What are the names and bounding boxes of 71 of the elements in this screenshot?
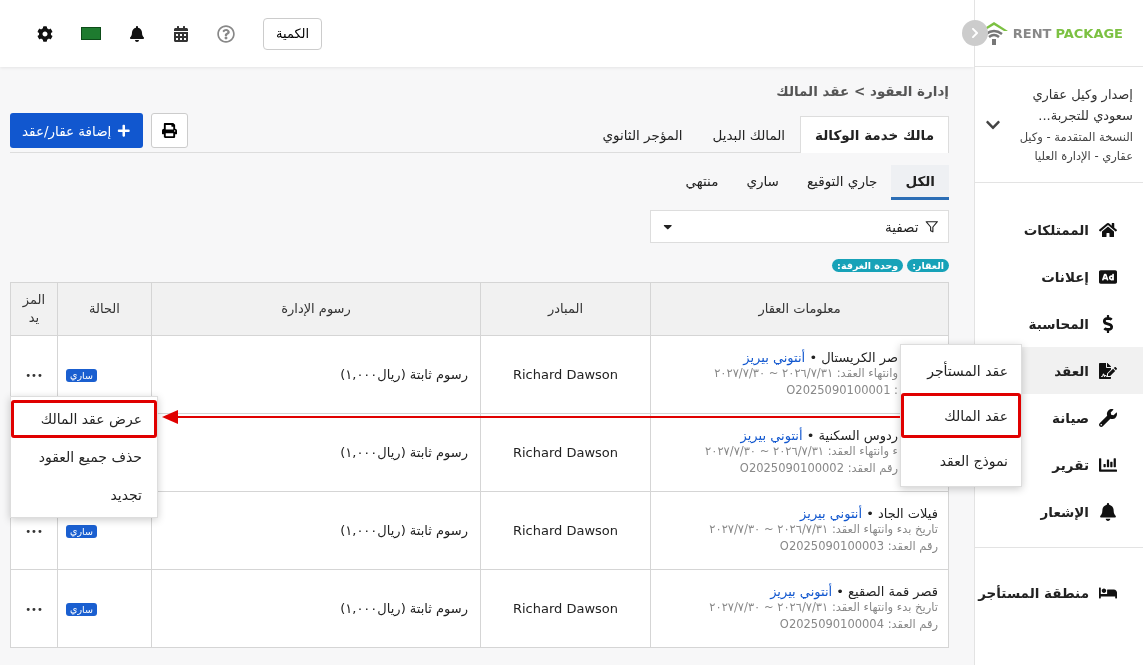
table-cell: Richard Dawson (480, 569, 651, 648)
contract-number: : O2025090100001 (785, 382, 898, 399)
status-badge: ساري (66, 369, 97, 382)
column-header: معلومات العقار (650, 282, 949, 336)
breadcrumb: إدارة العقود > عقد المالك (775, 83, 949, 99)
help-icon[interactable] (217, 24, 235, 43)
owner-link[interactable]: أنتوني بيريز (743, 350, 806, 365)
sidebar-item[interactable]: إعلانات (975, 253, 1143, 300)
tab[interactable]: منتهي (671, 165, 733, 200)
contract-number: رقم العقد: O2025090100003 (778, 538, 938, 555)
bar-chart-icon (1099, 455, 1117, 474)
contract-dates: تاريخ بدء وانتهاء العقد: ٢٠٢٦/٧/٣١ ~ ٢٠٢٧/٧/٣٠ (708, 522, 938, 538)
tab[interactable]: مالك خدمة الوكالة (800, 116, 949, 153)
logo-text: RENT (1012, 25, 1052, 41)
menu-item[interactable]: عرض عقد المالك (11, 400, 157, 438)
table-cell: Richard Dawson (480, 413, 651, 492)
tab[interactable]: المالك البديل (697, 116, 801, 153)
wrench-icon (1099, 408, 1117, 427)
tab[interactable]: جاري التوقيع (792, 165, 892, 200)
sidebar-item[interactable]: المحاسبة (975, 300, 1143, 347)
property-title: فيلات الجاد • أنتوني بيريز (798, 506, 938, 521)
owner-link[interactable]: أنتوني بيريز (740, 428, 803, 443)
tab[interactable]: الكل (891, 165, 949, 200)
document-pen-icon (1099, 361, 1117, 380)
company-name: إصدار وكيل عقاري سعودي للتجربة... (1031, 85, 1133, 126)
table-cell: رسوم ثابتة (ريال١,٠٠٠) (151, 569, 481, 648)
column-header: المبادر (480, 282, 651, 336)
bell-icon (1099, 502, 1117, 521)
home-icon (1099, 220, 1117, 239)
property-title: ردوس السكنية • أنتوني بيريز (739, 428, 898, 443)
status-badge: ساري (66, 603, 97, 616)
owner-link[interactable]: أنتوني بيريز (770, 584, 833, 599)
menu-item[interactable]: نموذج العقد (901, 438, 1021, 483)
bell-icon[interactable] (129, 25, 145, 42)
menu-item[interactable]: عقد المالك (901, 393, 1021, 438)
more-button[interactable]: ••• (19, 369, 49, 382)
column-header: المز يد (10, 282, 58, 336)
property-title: قصر قمة الصقيع • أنتوني بيريز (768, 584, 938, 599)
ad-icon (1099, 267, 1117, 286)
contract-dates: تاريخ بدء وانتهاء العقد: ٢٠٢٦/٧/٣١ ~ ٢٠٢٧/٧/٣٠ (708, 600, 938, 616)
sidebar-item[interactable]: الإشعار (975, 488, 1143, 535)
column-header: الحالة (57, 282, 152, 336)
column-header: رسوم الإدارة (151, 282, 481, 336)
contract-dates: وانتهاء العقد: ٢٠٢٦/٧/٣١ ~ ٢٠٢٧/٧/٣٠ (713, 366, 898, 382)
table-cell: Richard Dawson (480, 335, 651, 414)
quantity-button[interactable]: الكمية (263, 17, 323, 50)
sidebar-item[interactable]: منطقة المستأجر (975, 547, 1143, 637)
contract-number: رقم العقد: O2025090100002 (738, 460, 898, 477)
status-badge: ساري (66, 525, 97, 538)
print-icon (161, 123, 177, 138)
property-title: صر الكريستال • أنتوني بيريز (741, 350, 898, 365)
plan-name: النسخة المتقدمة - وكيل عقاري - الإدارة العليا (1018, 128, 1133, 165)
owner-link[interactable]: أنتوني بيريز (800, 506, 863, 521)
add-button[interactable]: إضافة عقار/عقد (10, 113, 143, 148)
calendar-icon[interactable] (173, 25, 189, 42)
sidebar-item[interactable]: الممتلكات (975, 206, 1143, 253)
filter-icon (924, 219, 938, 234)
contract-number: رقم العقد: O2025090100004 (778, 616, 938, 633)
table-cell: Richard Dawson (480, 491, 651, 570)
filter-select[interactable]: تصفية (650, 210, 949, 243)
more-button[interactable]: ••• (19, 525, 49, 538)
plus-icon (117, 123, 131, 138)
collapse-toggle[interactable] (962, 20, 988, 46)
logo-text: PACKAGE (1055, 25, 1123, 41)
tab[interactable]: ساري (732, 165, 793, 200)
settings-icon[interactable] (37, 25, 53, 42)
contract-dates: ء وانتهاء العقد: ٢٠٢٦/٧/٣١ ~ ٢٠٢٧/٧/٣٠ (704, 444, 898, 460)
print-button[interactable] (150, 113, 188, 148)
chevron-right-icon (969, 27, 981, 39)
more-button[interactable]: ••• (19, 603, 49, 616)
tab[interactable]: المؤجر الثانوي (587, 116, 698, 153)
